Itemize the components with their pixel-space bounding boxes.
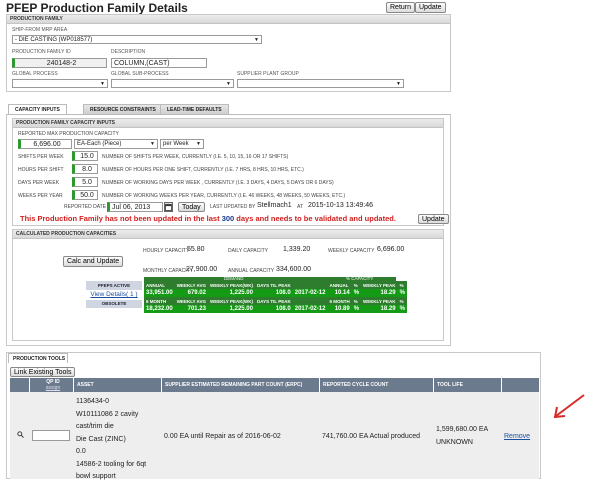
- cycle-count-cell: 741,760.00 EA Actual produced: [322, 433, 421, 440]
- monthly-value: 27,900.00: [186, 266, 218, 273]
- search-icon[interactable]: [17, 431, 24, 440]
- hours-help: NUMBER OF HOURS PER ONE SHIFT, CURRENTLY…: [102, 167, 304, 173]
- table-header-row: 6 MONTH WEEKLY AVG WEEKLY PEAK(WK) DAYS TIL…: [144, 297, 407, 305]
- days-help: NUMBER OF WORKING DAYS PER WEEK , CURREN…: [102, 180, 334, 186]
- erpc-column-header: SUPPLIER ESTIMATED REMAINING PART COUNT …: [162, 378, 320, 392]
- qp-id-column-header: QP ID assign: [30, 378, 74, 392]
- chevron-down-icon: ▼: [196, 141, 201, 147]
- last-updated-label: LAST UPDATED BY: [210, 204, 256, 210]
- asset-column-header: ASSET: [74, 378, 162, 392]
- global-process-select[interactable]: ▼: [12, 79, 108, 88]
- tab-resource-constraints[interactable]: RESOURCE CONSTRAINTS: [83, 104, 163, 114]
- tab-production-tools[interactable]: PRODUCTION TOOLS: [8, 353, 68, 363]
- annotation-arrow-icon: [553, 394, 585, 419]
- calendar-icon[interactable]: [164, 202, 173, 212]
- obsolete-header: OBSOLETE: [86, 300, 142, 308]
- reported-max-label: REPORTED MAX PRODUCTION CAPACITY: [18, 131, 119, 137]
- assign-link[interactable]: assign: [33, 385, 73, 391]
- reported-date-field[interactable]: Jul 06, 2013: [107, 202, 163, 212]
- stale-warning: This Production Family has not been upda…: [20, 214, 396, 223]
- last-updated-time: 2015-10-13 13:49:46: [308, 202, 373, 209]
- update-capacity-button[interactable]: Update: [418, 214, 449, 224]
- daily-value: 1,339.20: [283, 246, 311, 253]
- days-label: DAYS PER WEEK: [18, 180, 60, 186]
- view-details-cell: View Details( 1 ): [86, 290, 142, 300]
- chevron-down-icon: ▼: [150, 141, 155, 147]
- weekly-label: WEEKLY CAPACITY: [328, 248, 375, 254]
- family-id-field: 240148-2: [12, 58, 107, 68]
- tab-capacity-inputs[interactable]: CAPACITY INPUTS: [8, 104, 67, 114]
- chevron-down-icon: ▼: [100, 81, 105, 87]
- supplier-plant-group-label: SUPPLIER PLANT GROUP: [237, 71, 299, 77]
- days-field[interactable]: 5.0: [72, 177, 98, 187]
- return-button[interactable]: Return: [386, 2, 416, 13]
- annual-label: ANNUAL CAPACITY: [228, 268, 275, 274]
- chevron-down-icon: ▼: [396, 81, 401, 87]
- table-row: 33,951.00 679.02 1,225.00 108.0 2017-02-12 10…: [144, 289, 407, 297]
- annual-value: 334,600.00: [276, 266, 312, 273]
- description-label: DESCRIPTION: [111, 49, 146, 55]
- cycle-count-column-header: REPORTED CYCLE COUNT: [320, 378, 434, 392]
- table-header-row: ANNUAL WEEKLY AVG WEEKLY PEAK(WK) DAYS TIL …: [144, 281, 407, 289]
- max-capacity-field[interactable]: 6,696.00: [18, 139, 72, 149]
- section-header: PRODUCTION FAMILY CAPACITY INPUTS: [13, 119, 443, 128]
- chevron-down-icon: ▼: [254, 37, 259, 43]
- update-button[interactable]: Update: [415, 2, 446, 13]
- demand-table: ANNUAL WEEKLY AVG WEEKLY PEAK(WK) DAYS TIL …: [144, 281, 407, 313]
- reported-date-label: REPORTED DATE: [64, 204, 107, 210]
- supplier-plant-group-select[interactable]: ▼: [237, 79, 404, 88]
- actions-column-header: [502, 378, 539, 392]
- global-process-label: GLOBAL PROCESS: [12, 71, 58, 77]
- warning-days: 300: [221, 214, 235, 223]
- description-field[interactable]: COLUMN,(CAST): [111, 58, 207, 68]
- global-subprocess-label: GLOBAL SUB-PROCESS: [111, 71, 169, 77]
- weeks-field[interactable]: 50.0: [72, 190, 98, 200]
- weekly-value: 6,696.00: [377, 246, 405, 253]
- link-existing-tools-button[interactable]: Link Existing Tools: [10, 367, 76, 377]
- section-header: CALCULATED PRODUCTION CAPACITIES: [13, 230, 443, 239]
- tab-lead-time-defaults[interactable]: LEAD-TIME DEFAULTS: [160, 104, 229, 114]
- last-updated-user: Stellmach1: [257, 202, 292, 209]
- shifts-label: SHIFTS PER WEEK: [18, 154, 64, 160]
- hourly-label: HOURLY CAPACITY: [143, 248, 190, 254]
- hours-field[interactable]: 8.0: [72, 164, 98, 174]
- weeks-label: WEEKS PER YEAR: [18, 193, 63, 199]
- calc-and-update-button[interactable]: Calc and Update: [63, 256, 124, 267]
- page-title: PFEP Production Family Details: [6, 1, 188, 15]
- obsolete-cell: [86, 308, 142, 318]
- shifts-help: NUMBER OF SHIFTS PER WEEK, CURRENTLY (I.…: [102, 154, 289, 160]
- today-button[interactable]: Today: [178, 202, 205, 212]
- ship-from-select[interactable]: - DIE CASTING (WP018577) ▼: [12, 35, 262, 44]
- remove-link[interactable]: Remove: [504, 431, 530, 444]
- tool-life-value: 1,599,680.00 EA: [436, 426, 489, 433]
- chevron-down-icon: ▼: [226, 81, 231, 87]
- hours-label: HOURS PER SHIFT: [18, 167, 64, 173]
- pfeps-active-header: PFEPS ACTIVE: [86, 281, 142, 290]
- uom-select[interactable]: EA-Each (Piece) ▼: [74, 139, 158, 149]
- global-subprocess-select[interactable]: ▼: [111, 79, 234, 88]
- weeks-help: NUMBER OF WORKING WEEKS PER YEAR, CURREN…: [102, 193, 346, 199]
- view-details-link[interactable]: View Details( 1 ): [90, 291, 137, 298]
- tool-life-column-header: TOOL LIFE: [434, 378, 502, 392]
- select-column-header: [10, 378, 30, 392]
- section-header: PRODUCTION FAMILY: [7, 15, 450, 24]
- table-row: 18,232.00 701.23 1,225.00 108.0 2017-02-12 10…: [144, 305, 407, 313]
- hourly-value: 55.80: [187, 246, 205, 253]
- shifts-field[interactable]: 15.0: [72, 151, 98, 161]
- ship-from-label: SHIP-FROM MRP AREA: [12, 27, 68, 33]
- erpc-cell: 0.00 EA until Repair as of 2016-06-02: [164, 433, 281, 440]
- qp-id-input[interactable]: [32, 430, 70, 441]
- family-id-label: PRODUCTION FAMILY ID: [12, 49, 71, 55]
- period-select[interactable]: per Week ▼: [160, 139, 204, 149]
- daily-label: DAILY CAPACITY: [228, 248, 269, 254]
- tool-life-status: UNKNOWN: [436, 439, 473, 446]
- at-label: AT: [297, 204, 304, 210]
- asset-cell: 1136434-0 W10111086 2 cavity cast/trim d…: [76, 398, 147, 480]
